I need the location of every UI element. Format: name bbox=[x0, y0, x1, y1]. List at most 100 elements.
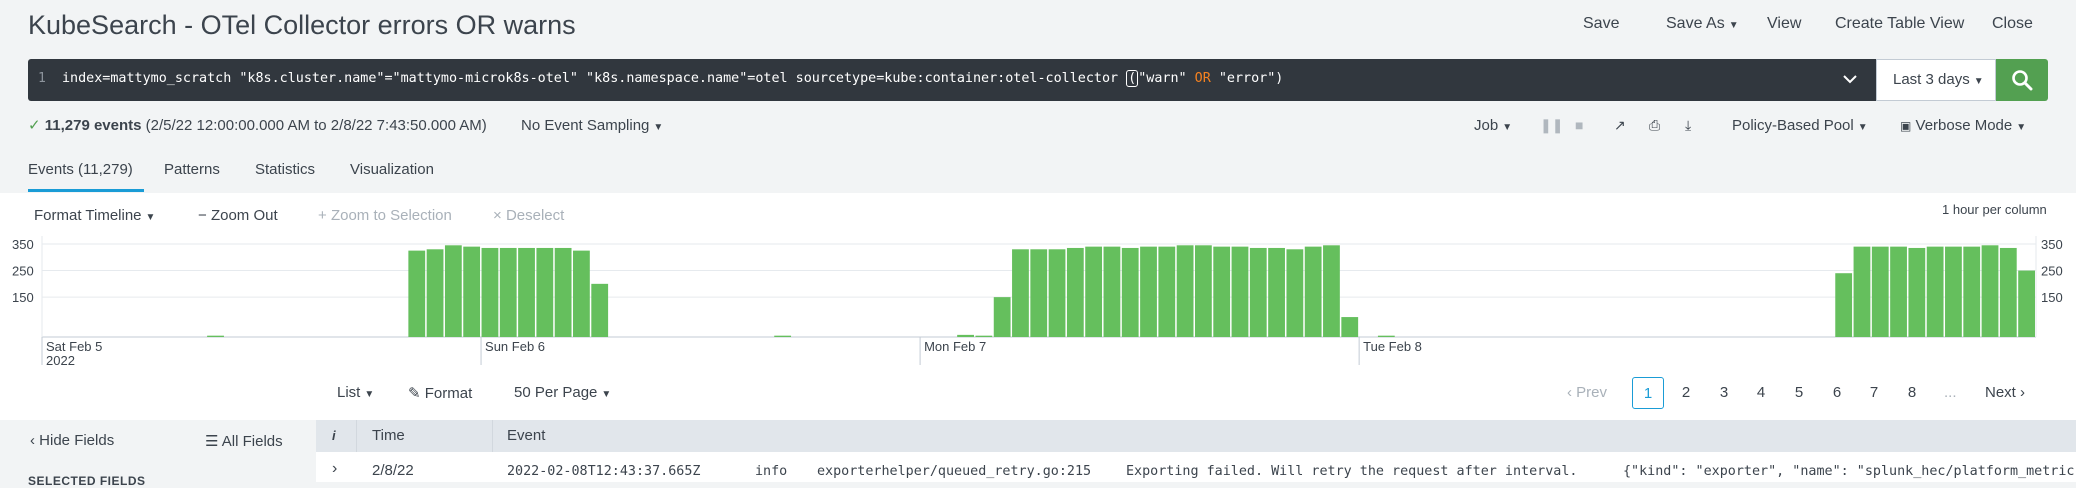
timeline-bar[interactable] bbox=[1249, 247, 1267, 337]
share-icon[interactable]: ↗ bbox=[1614, 117, 1626, 134]
tab-events[interactable]: Events (11,279) bbox=[28, 161, 133, 178]
timeline-bar[interactable] bbox=[1213, 246, 1231, 337]
timeline-chart[interactable]: 350 350 250 250 150 150 Sat Feb 5 Sun Feb 6 Mon… bbox=[0, 236, 2076, 370]
list-view-menu[interactable]: List ▼ bbox=[337, 384, 374, 401]
time-column-header[interactable]: Time bbox=[372, 427, 405, 444]
deselect-button[interactable]: × Deselect bbox=[493, 207, 564, 224]
timeline-bar[interactable] bbox=[408, 250, 426, 337]
format-timeline-menu[interactable]: Format Timeline ▼ bbox=[34, 207, 155, 224]
search-query[interactable]: index=mattymo_scratch "k8s.cluster.name"… bbox=[62, 70, 1283, 87]
timeline-bar[interactable] bbox=[774, 335, 792, 337]
timeline-bar[interactable] bbox=[993, 297, 1011, 337]
timeline-bar[interactable] bbox=[1012, 249, 1029, 337]
timeline-bar[interactable] bbox=[1341, 317, 1359, 337]
page-4-button[interactable]: 4 bbox=[1745, 377, 1777, 409]
timeline-bar[interactable] bbox=[1377, 335, 1395, 337]
pause-icon[interactable]: ❚❚ bbox=[1540, 117, 1563, 134]
time-range-picker[interactable]: Last 3 days ▼ bbox=[1876, 59, 1996, 101]
save-as-menu[interactable]: Save As ▼ bbox=[1666, 15, 1739, 33]
search-editor[interactable]: 1 index=mattymo_scratch "k8s.cluster.nam… bbox=[28, 59, 1876, 101]
timeline-bar[interactable] bbox=[1066, 247, 1084, 337]
timeline-bar[interactable] bbox=[1121, 247, 1139, 337]
timeline-bar[interactable] bbox=[1268, 247, 1285, 337]
hide-fields-button[interactable]: ‹ Hide Fields bbox=[30, 432, 114, 449]
timeline-bar[interactable] bbox=[1926, 246, 1944, 337]
page-2-button[interactable]: 2 bbox=[1670, 377, 1702, 409]
view-button[interactable]: View bbox=[1767, 15, 1801, 33]
timeline-bar[interactable] bbox=[1140, 246, 1157, 337]
timeline-bar[interactable] bbox=[1103, 246, 1121, 337]
search-mode-menu[interactable]: ▣ Verbose Mode ▼ bbox=[1900, 117, 2026, 134]
create-table-view-button[interactable]: Create Table View bbox=[1835, 15, 1964, 33]
timeline-bar[interactable] bbox=[573, 250, 590, 337]
chart-bars[interactable] bbox=[207, 245, 2035, 337]
timeline-bar[interactable] bbox=[1323, 245, 1340, 337]
timeline-bar[interactable] bbox=[1286, 249, 1304, 337]
format-timeline-label: Format Timeline bbox=[34, 207, 142, 224]
timeline-bar[interactable] bbox=[957, 334, 974, 337]
format-menu[interactable]: ✎ Format bbox=[408, 384, 472, 402]
timeline-bar[interactable] bbox=[1908, 247, 1926, 337]
timeline-bar[interactable] bbox=[1981, 245, 1999, 337]
timeline-bar[interactable] bbox=[554, 247, 572, 337]
timeline-bar[interactable] bbox=[1890, 246, 1907, 337]
event-sampling-menu[interactable]: No Event Sampling ▼ bbox=[521, 117, 663, 134]
expand-row-icon[interactable]: › bbox=[332, 460, 337, 478]
timeline-bar[interactable] bbox=[444, 245, 462, 337]
timeline-bar[interactable] bbox=[1048, 249, 1066, 337]
timeline-bar[interactable] bbox=[2018, 270, 2035, 337]
next-page-button[interactable]: Next › bbox=[1985, 384, 2025, 401]
timeline-bar[interactable] bbox=[536, 247, 554, 337]
tab-patterns[interactable]: Patterns bbox=[164, 161, 220, 178]
save-button[interactable]: Save bbox=[1583, 15, 1619, 33]
timeline-bar[interactable] bbox=[426, 249, 444, 337]
zoom-out-button[interactable]: − Zoom Out bbox=[198, 207, 278, 224]
timeline-bar[interactable] bbox=[1999, 247, 2017, 337]
timeline-bar[interactable] bbox=[1085, 246, 1103, 337]
per-page-menu[interactable]: 50 Per Page ▼ bbox=[514, 384, 611, 401]
timeline-bar[interactable] bbox=[1158, 246, 1176, 337]
timeline-bar[interactable] bbox=[1835, 273, 1853, 337]
caret-down-icon: ▼ bbox=[364, 389, 375, 400]
all-fields-button[interactable]: ☰ All Fields bbox=[205, 432, 283, 450]
timeline-bar[interactable] bbox=[481, 247, 499, 337]
timeline-bar[interactable] bbox=[1231, 246, 1249, 337]
timeline-bar[interactable] bbox=[1030, 249, 1048, 337]
stop-icon[interactable]: ■ bbox=[1575, 117, 1583, 133]
timeline-bar[interactable] bbox=[1871, 246, 1889, 337]
page-7-button[interactable]: 7 bbox=[1858, 377, 1890, 409]
event-column-header[interactable]: Event bbox=[507, 427, 545, 444]
time-range-label: Last 3 days bbox=[1893, 71, 1970, 88]
timeline-bar[interactable] bbox=[591, 283, 609, 337]
tab-statistics[interactable]: Statistics bbox=[255, 161, 315, 178]
pool-menu[interactable]: Policy-Based Pool ▼ bbox=[1732, 117, 1868, 134]
page-6-button[interactable]: 6 bbox=[1821, 377, 1853, 409]
timeline-bar[interactable] bbox=[1194, 245, 1212, 337]
close-button[interactable]: Close bbox=[1992, 15, 2033, 33]
job-menu[interactable]: Job ▼ bbox=[1474, 117, 1512, 134]
zoom-to-selection-button[interactable]: + Zoom to Selection bbox=[318, 207, 452, 224]
print-icon[interactable]: ⎙ bbox=[1649, 117, 1660, 134]
page-5-button[interactable]: 5 bbox=[1783, 377, 1815, 409]
timeline-bar[interactable] bbox=[207, 335, 224, 337]
info-column-header[interactable]: i bbox=[332, 428, 336, 443]
timeline-bar[interactable] bbox=[1176, 245, 1194, 337]
prev-page-button[interactable]: ‹ Prev bbox=[1567, 384, 1607, 401]
page-8-button[interactable]: 8 bbox=[1896, 377, 1928, 409]
timeline-bar[interactable] bbox=[1945, 246, 1962, 337]
timeline-bar[interactable] bbox=[518, 247, 535, 337]
timeline-bar[interactable] bbox=[1963, 246, 1981, 337]
page-3-button[interactable]: 3 bbox=[1708, 377, 1740, 409]
export-icon[interactable]: ⤓ bbox=[1685, 117, 1691, 134]
chevron-down-icon[interactable] bbox=[1843, 71, 1857, 87]
timeline-bar[interactable] bbox=[463, 246, 481, 337]
search-button[interactable] bbox=[1996, 59, 2048, 101]
pagination-ellipsis: ... bbox=[1944, 384, 1957, 401]
timeline-bar[interactable] bbox=[1304, 246, 1322, 337]
page-1-button[interactable]: 1 bbox=[1632, 377, 1664, 409]
timeline-bar[interactable] bbox=[499, 247, 517, 337]
timeline-bar[interactable] bbox=[1853, 246, 1871, 337]
tab-visualization[interactable]: Visualization bbox=[350, 161, 434, 178]
timeline-bar[interactable] bbox=[975, 335, 993, 337]
check-icon: ✓ bbox=[28, 117, 41, 134]
